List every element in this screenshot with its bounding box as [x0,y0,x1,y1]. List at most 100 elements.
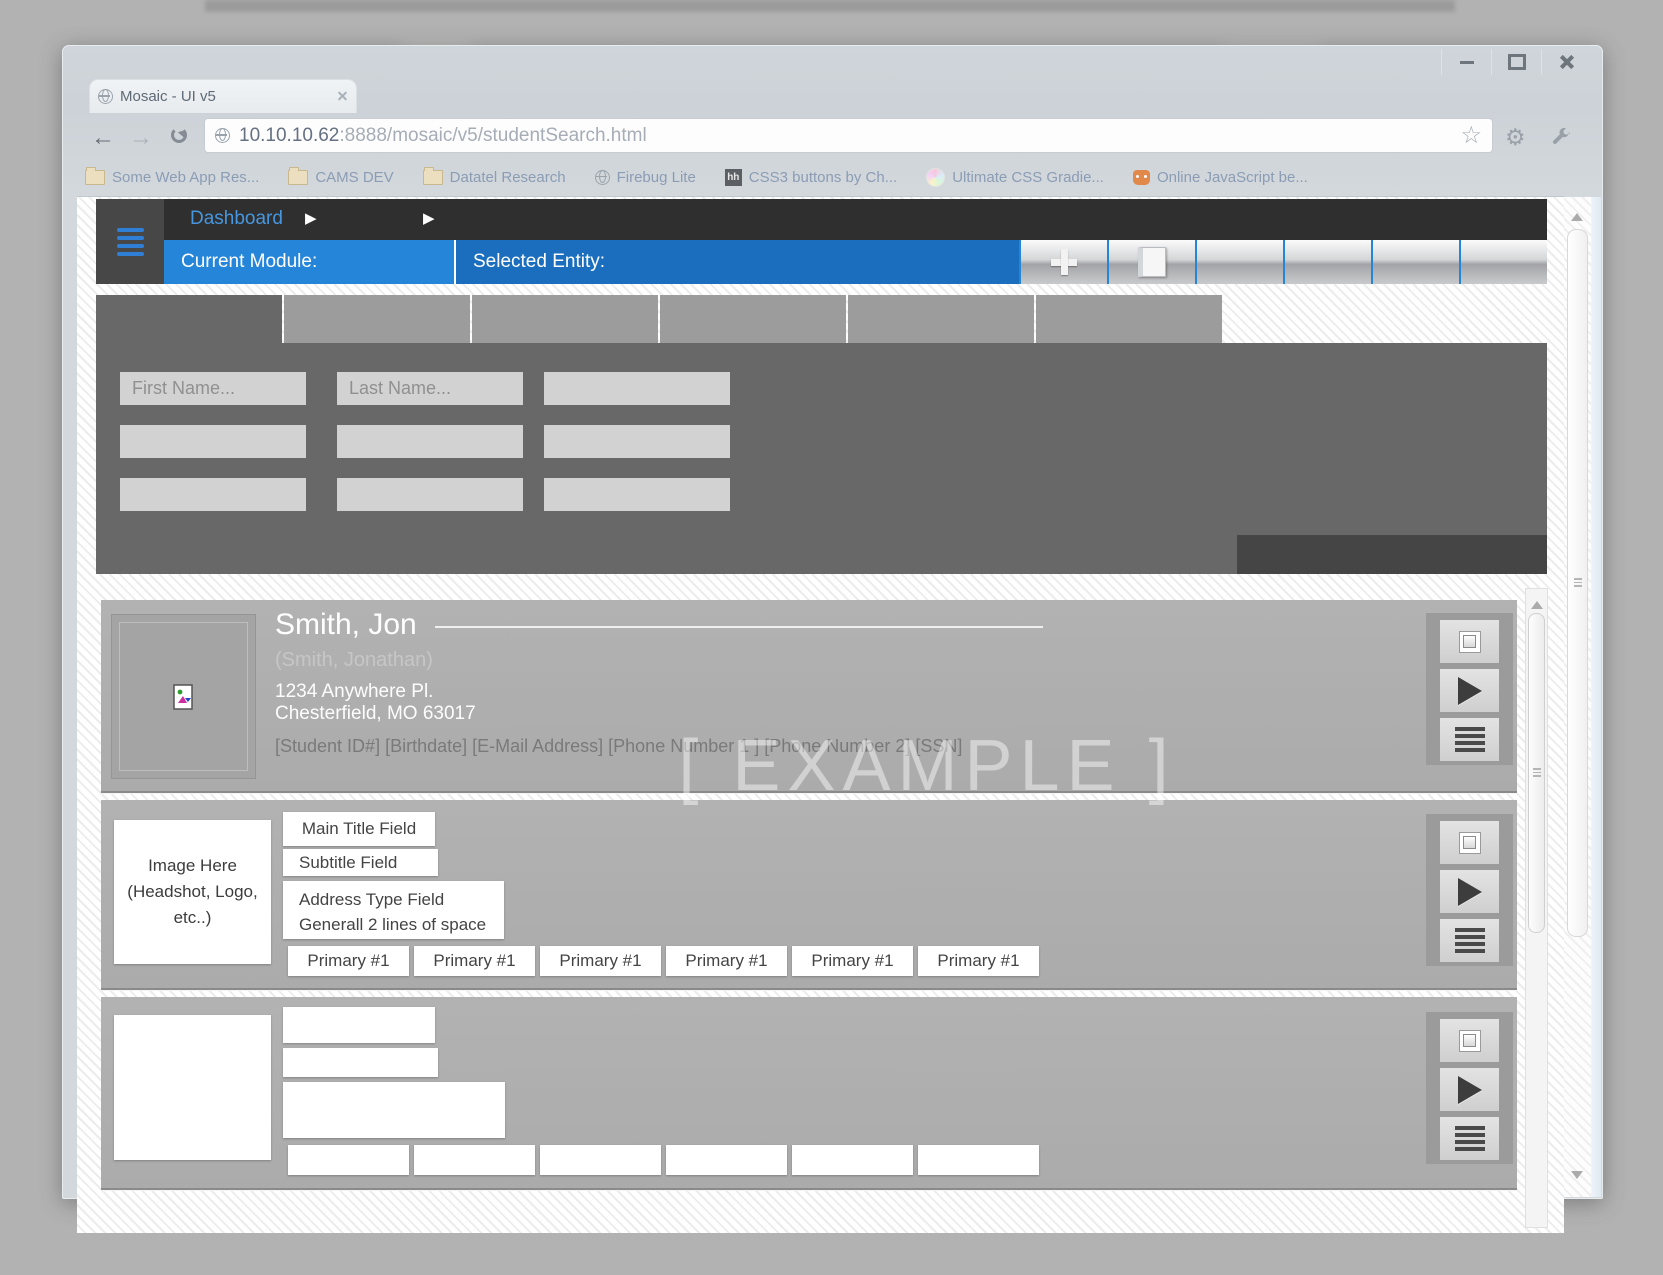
module-toolbar [1019,240,1547,284]
wrench-icon[interactable] [1549,127,1571,149]
scrollbar-grip [1574,578,1582,587]
primary-button-empty[interactable] [414,1145,535,1175]
image-placeholder-line: Image Here [148,853,237,879]
primary-button[interactable]: Primary #1 [288,946,409,976]
primary-button[interactable]: Primary #1 [918,946,1039,976]
bookmark-item[interactable]: CAMS DEV [288,169,393,186]
back-button[interactable]: ← [91,126,115,150]
search-input-blank[interactable] [337,425,523,458]
page-scrollbar[interactable] [1564,197,1591,1197]
address-type-field: Address Type Field Generall 2 lines of s… [283,881,504,939]
window-inner-edge [1591,197,1601,1197]
bookmark-item[interactable]: hh CSS3 buttons by Ch... [725,169,897,186]
minimize-icon [1460,61,1474,64]
menu-lines-icon [1455,1126,1485,1151]
add-button[interactable] [1019,240,1107,284]
details-menu-button[interactable] [1440,919,1499,962]
search-input-blank[interactable] [544,425,730,458]
details-menu-button[interactable] [1440,718,1499,761]
search-input-blank[interactable] [337,478,523,511]
selected-entity-label: Selected Entity: [473,251,605,273]
play-button[interactable] [1440,870,1499,913]
bookmark-item[interactable]: Some Web App Res... [85,169,259,186]
url-bar[interactable]: 10.10.10.62 :8888/mosaic/v5/studentSearc… [204,118,1493,153]
tab-blank[interactable] [472,295,658,343]
close-icon [1560,55,1574,69]
primary-button[interactable]: Primary #1 [414,946,535,976]
card-action-strip [1426,1012,1513,1164]
results-scrollbar-thumb[interactable] [1528,613,1545,933]
current-module-label: Current Module: [181,251,317,273]
select-checkbox-button[interactable] [1440,1019,1499,1062]
select-checkbox-button[interactable] [1440,620,1499,663]
notebook-icon [1138,247,1166,277]
gear-icon[interactable]: ⚙ [1505,124,1526,151]
page-scrollbar-thumb[interactable] [1567,229,1588,937]
result-title: Smith, Jon [275,608,417,642]
bookmark-item[interactable]: Ultimate CSS Gradie... [926,168,1104,187]
results-scrollbar[interactable] [1525,588,1548,1228]
result-card-template[interactable]: Image Here (Headshot, Logo, etc..) Main … [101,800,1517,990]
refresh-button[interactable] [171,127,187,143]
forward-button[interactable]: → [129,126,153,150]
search-input-blank[interactable] [544,478,730,511]
breadcrumb-dashboard[interactable]: Dashboard [190,208,283,230]
select-checkbox-button[interactable] [1440,821,1499,864]
scroll-down-icon[interactable] [1571,1171,1583,1185]
result-card-empty[interactable] [101,997,1517,1190]
close-button[interactable] [1541,49,1591,75]
play-icon [1458,1076,1482,1104]
bookmark-label: Online JavaScript be... [1157,169,1308,186]
result-card-smith-jon[interactable]: Smith, Jon (Smith, Jonathan) 1234 Anywhe… [101,600,1517,793]
browser-tab[interactable]: Mosaic - UI v5 [89,79,357,113]
first-name-input[interactable] [120,372,306,405]
tab-close-icon[interactable] [337,91,348,102]
scroll-up-icon[interactable] [1531,595,1543,609]
tab-blank[interactable] [660,295,846,343]
last-name-input[interactable] [337,372,523,405]
maximize-button[interactable] [1491,49,1541,75]
image-placeholder-line: (Headshot, Logo, [127,879,257,905]
hamburger-menu-button[interactable] [96,199,164,284]
bookmark-item[interactable]: Firebug Lite [595,169,696,186]
play-icon [1458,677,1482,705]
image-placeholder-box [114,1015,271,1160]
toolbar-button-blank[interactable] [1283,240,1371,284]
play-button[interactable] [1440,669,1499,712]
primary-button-empty[interactable] [288,1145,409,1175]
search-input-blank[interactable] [544,372,730,405]
primary-button-empty[interactable] [792,1145,913,1175]
toolbar-button-blank[interactable] [1371,240,1459,284]
primary-button-empty[interactable] [540,1145,661,1175]
toolbar-button-blank[interactable] [1459,240,1547,284]
bookmark-item[interactable]: Online JavaScript be... [1133,169,1308,186]
notebook-button[interactable] [1107,240,1195,284]
primary-button[interactable]: Primary #1 [666,946,787,976]
menu-lines-icon [1455,928,1485,953]
tab-active[interactable] [96,295,282,343]
primary-button[interactable]: Primary #1 [792,946,913,976]
image-placeholder-line: etc..) [174,905,212,931]
bookmark-item[interactable]: Datatel Research [423,169,566,186]
primary-button[interactable]: Primary #1 [540,946,661,976]
primary-button-empty[interactable] [918,1145,1039,1175]
tab-blank[interactable] [848,295,1034,343]
details-menu-button[interactable] [1440,1117,1499,1160]
search-input-blank[interactable] [120,478,306,511]
toolbar-button-blank[interactable] [1195,240,1283,284]
primary-button-empty[interactable] [666,1145,787,1175]
bookmark-label: Firebug Lite [617,169,696,186]
search-input-blank[interactable] [120,425,306,458]
tab-blank[interactable] [1036,295,1222,343]
bookmark-star-icon[interactable]: ☆ [1460,124,1482,148]
scroll-up-icon[interactable] [1571,207,1583,221]
play-button[interactable] [1440,1068,1499,1111]
tab-blank[interactable] [284,295,470,343]
hamburger-icon [117,228,144,232]
minimize-button[interactable] [1441,49,1491,75]
url-path: :8888/mosaic/v5/studentSearch.html [339,125,1460,147]
tab-title: Mosaic - UI v5 [120,88,337,105]
breadcrumb-arrow-icon: ▶ [423,209,435,227]
checkbox-icon [1459,832,1481,854]
subtitle-field-empty [283,1048,438,1077]
